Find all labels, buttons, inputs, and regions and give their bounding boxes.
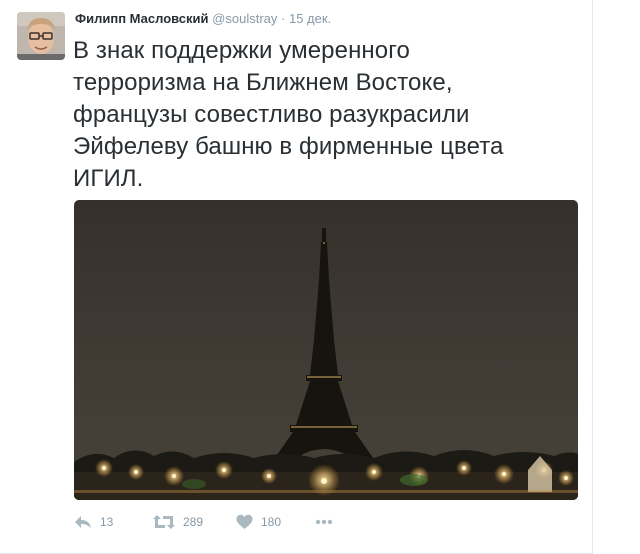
retweet-icon	[153, 515, 175, 529]
reply-button[interactable]: 13	[74, 511, 113, 533]
retweet-count: 289	[183, 515, 204, 529]
tweet-text: В знак поддержки умеренного терроризма н…	[73, 35, 583, 195]
reply-icon	[75, 516, 91, 528]
tweet-text-line: ИГИЛ.	[73, 165, 144, 192]
tweet-text-line: терроризма на Ближнем Востоке,	[73, 69, 453, 96]
author-fullname[interactable]: Филипп Масловский	[75, 11, 209, 26]
more-icon	[315, 519, 333, 525]
tweet-header: Филипп Масловский @soulstray · 15 дек.	[75, 11, 331, 27]
like-button[interactable]: 180	[236, 511, 281, 533]
retweet-button[interactable]: 289	[153, 511, 203, 533]
tweet-text-line: Эйфелеву башню в фирменные цвета	[73, 133, 504, 160]
author-username[interactable]: @soulstray	[212, 11, 277, 26]
eiffel-tower-night-photo-icon	[74, 200, 578, 500]
tweet-text-line: В знак поддержки умеренного	[73, 37, 411, 64]
tweet-timestamp[interactable]: 15 дек.	[289, 11, 331, 26]
author-avatar[interactable]	[17, 12, 65, 60]
reply-count: 13	[100, 515, 114, 529]
like-count: 180	[261, 515, 282, 529]
heart-icon	[236, 514, 253, 529]
tweet-photo[interactable]	[74, 200, 578, 500]
user-avatar-icon	[17, 12, 65, 60]
header-separator: ·	[281, 11, 286, 26]
tweet-card: Филипп Масловский @soulstray · 15 дек. В…	[0, 0, 593, 554]
tweet-actions: 13 289 180	[74, 511, 374, 533]
more-button[interactable]	[315, 511, 333, 533]
tweet-text-line: французы совестливо разукрасили	[73, 101, 470, 128]
